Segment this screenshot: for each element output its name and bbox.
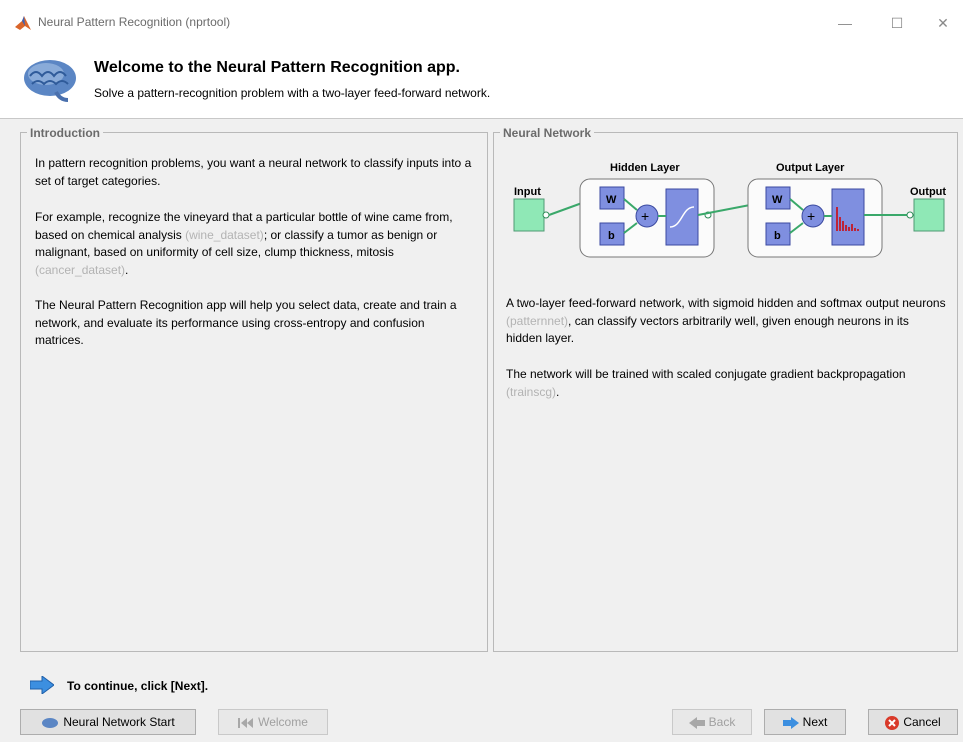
hidden-bias-label: b (608, 230, 615, 242)
intro-paragraph-1: In pattern recognition problems, you wan… (35, 156, 472, 188)
output-bias-label: b (774, 230, 781, 242)
output-box (913, 198, 945, 232)
welcome-button[interactable]: Welcome (218, 709, 328, 735)
left-arrow-icon (688, 716, 705, 729)
next-button[interactable]: Next (764, 709, 846, 735)
page-subtitle: Solve a pattern-recognition problem with… (94, 86, 491, 100)
input-label: Input (514, 186, 541, 198)
wine-dataset-link[interactable]: (wine_dataset) (185, 228, 264, 242)
intro-p2-text-c: . (125, 262, 129, 277)
patternnet-link[interactable]: (patternnet) (506, 314, 568, 328)
minimize-button[interactable]: — (830, 10, 860, 36)
hidden-sum-label: + (641, 208, 649, 224)
introduction-panel: Introduction In pattern recognition prob… (20, 126, 488, 652)
network-p1-text-a: A two-layer feed-forward network, with s… (506, 296, 946, 310)
cancel-label: Cancel (903, 715, 941, 729)
first-page-icon (238, 717, 254, 728)
next-label: Next (802, 715, 828, 729)
back-label: Back (708, 715, 736, 729)
network-p2-text-b: . (556, 384, 560, 399)
introduction-legend: Introduction (27, 126, 103, 140)
cancer-dataset-link[interactable]: (cancer_dataset) (35, 263, 125, 277)
output-weight-label: W (772, 194, 783, 206)
cancel-button[interactable]: Cancel (868, 709, 958, 735)
input-connector (542, 211, 550, 219)
network-paragraph-2: The network will be trained with scaled … (506, 366, 946, 401)
input-box (513, 198, 545, 232)
brain-small-icon (42, 717, 59, 728)
neural-network-start-label: Neural Network Start (63, 715, 175, 729)
back-button[interactable]: Back (672, 709, 752, 735)
close-button[interactable]: ✕ (928, 10, 958, 36)
maximize-button[interactable]: ☐ (882, 10, 912, 36)
output-layer-label: Output Layer (776, 162, 845, 174)
continue-label: To continue, click [Next]. (67, 679, 209, 693)
page-title: Welcome to the Neural Pattern Recognitio… (94, 59, 460, 76)
right-arrow-icon (782, 716, 799, 729)
hidden-weight-label: W (606, 194, 617, 206)
neural-network-start-button[interactable]: Neural Network Start (20, 709, 196, 735)
input-to-hidden-line (548, 202, 583, 216)
network-diagram: Input Hidden Layer W b + Output Layer W … (513, 162, 946, 258)
intro-paragraph-2: For example, recognize the vineyard that… (35, 209, 475, 279)
network-paragraph-1: A two-layer feed-forward network, with s… (506, 295, 946, 348)
neural-network-panel: Neural Network Input Hidden Layer W b + … (493, 126, 958, 652)
intro-paragraph-3: The Neural Pattern Recognition app will … (35, 298, 457, 348)
hidden-layer-label: Hidden Layer (610, 162, 680, 174)
header-divider (0, 118, 963, 119)
neural-network-legend: Neural Network (500, 126, 595, 140)
output-connector (906, 211, 914, 219)
window-titlebar: Neural Pattern Recognition (nprtool) — ☐… (0, 0, 963, 46)
brain-icon (24, 60, 76, 102)
window-title: Neural Pattern Recognition (nprtool) (38, 15, 231, 29)
cancel-icon (885, 715, 900, 730)
right-arrow-icon (30, 676, 54, 694)
network-p2-text-a: The network will be trained with scaled … (506, 367, 906, 381)
welcome-label: Welcome (258, 715, 308, 729)
output-label: Output (910, 186, 946, 198)
output-sum-label: + (807, 208, 815, 224)
app-header: Welcome to the Neural Pattern Recognitio… (0, 46, 963, 118)
matlab-logo-icon (15, 16, 31, 30)
trainscg-link[interactable]: (trainscg) (506, 385, 556, 399)
